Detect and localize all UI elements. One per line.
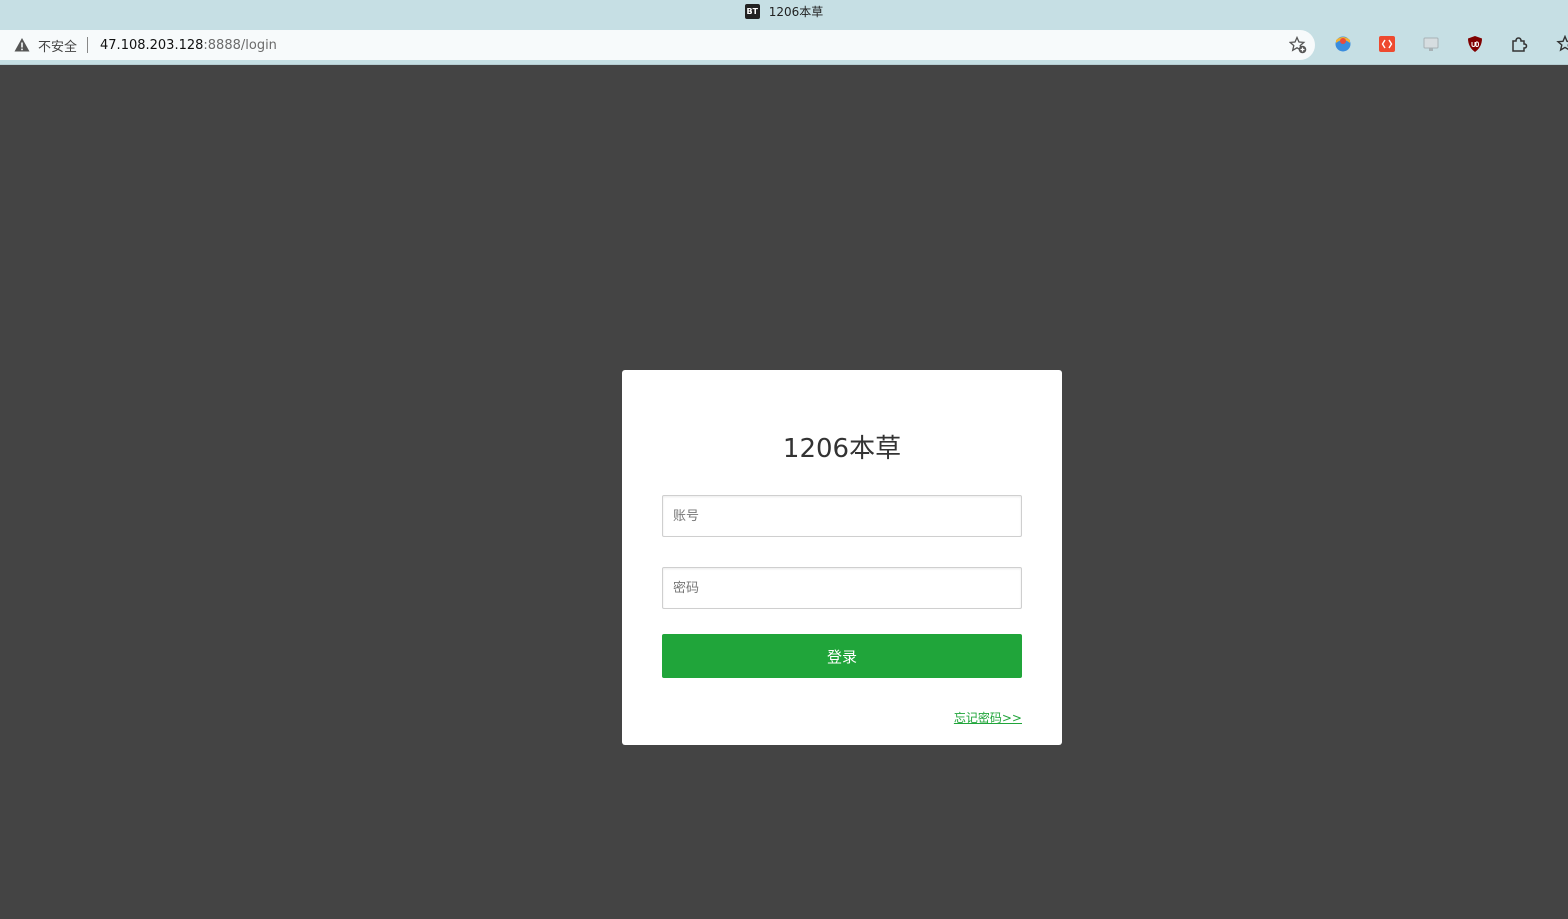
address-separator [87,37,89,53]
extension-globe-icon[interactable] [1334,35,1352,53]
login-title: 1206本草 [782,434,902,464]
browser-toolbar: 不安全 47.108.203.128:8888/login [0,22,1568,65]
login-card: 1206本草 登录 忘记密码>> [622,370,1062,745]
password-input[interactable] [662,567,1022,609]
browser-title-bar: BT 1206本草 [0,0,1568,22]
url-path: :8888/login [203,37,277,53]
tab-title[interactable]: 1206本草 [769,3,824,20]
security-label[interactable]: 不安全 [38,36,77,55]
extension-code-icon[interactable] [1378,35,1396,53]
username-input[interactable] [662,495,1022,537]
warning-icon[interactable] [14,37,30,53]
bookmark-add-icon[interactable] [1288,35,1307,54]
url-host: 47.108.203.128 [100,37,204,53]
address-bar[interactable]: 不安全 47.108.203.128:8888/login [0,30,1315,60]
tab-favicon: BT [744,3,760,19]
extensions-puzzle-icon[interactable] [1510,35,1528,53]
forgot-password-link[interactable]: 忘记密码>> [954,709,1022,726]
login-button[interactable]: 登录 [662,634,1022,678]
bookmark-star-icon[interactable] [1556,35,1568,53]
extension-screen-icon[interactable] [1422,35,1440,53]
ublock-icon[interactable] [1466,35,1484,53]
